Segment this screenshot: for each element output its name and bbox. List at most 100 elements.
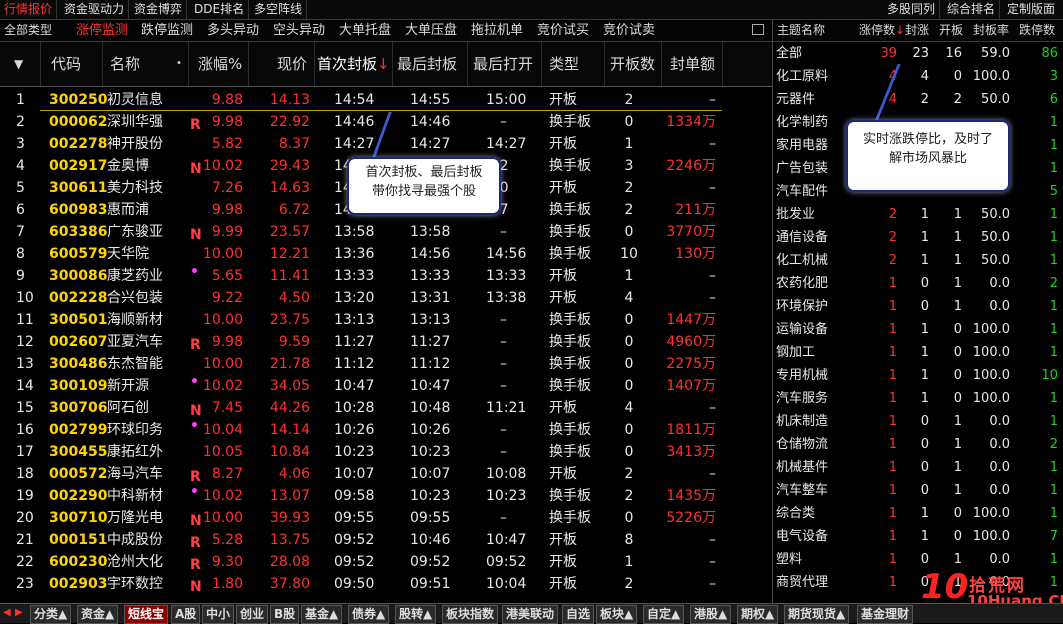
tab-limit-up-monitor[interactable]: 涨停监测 — [76, 21, 128, 40]
col-first-seal[interactable]: 首次封板↓ — [317, 42, 390, 86]
bottom-tab-fund[interactable]: 资金▲ — [77, 605, 119, 624]
theme-name[interactable]: 家用电器 — [776, 134, 828, 157]
tab-limit-down-monitor[interactable]: 跌停监测 — [141, 21, 193, 40]
stock-name[interactable]: 初灵信息 — [107, 89, 163, 111]
theme-row[interactable]: 电气设备 1 1 0 100.0 7 — [773, 525, 1063, 548]
table-row[interactable]: 1 300250 初灵信息 9.88 14.13 14:54 14:55 15:00 开板 2 – — [0, 89, 772, 111]
theme-row[interactable]: 钢加工 1 1 0 100.0 1 — [773, 341, 1063, 364]
theme-name[interactable]: 机床制造 — [776, 410, 828, 433]
column-menu-icon[interactable]: ▼ — [14, 42, 23, 86]
table-row[interactable]: 23 002903 宇环数控 N 1.80 37.80 09:50 09:51 10:04 开板 2… — [0, 573, 772, 595]
scroll-right-icon[interactable]: ▶ — [15, 607, 23, 618]
col-last-open[interactable]: 最后打开 — [473, 42, 533, 86]
theme-name[interactable]: 综合类 — [776, 502, 815, 525]
tab-auction-sell[interactable]: 竞价试卖 — [603, 21, 655, 40]
col-change-pct[interactable]: 涨幅% — [198, 42, 242, 86]
theme-name[interactable]: 仓储物流 — [776, 433, 828, 456]
tab-long-short[interactable]: 多空阵线 — [250, 0, 308, 19]
stock-code[interactable]: 002290 — [49, 485, 107, 507]
stock-code[interactable]: 002607 — [49, 331, 107, 353]
stock-code[interactable]: 600579 — [49, 243, 107, 265]
col-seal-amount[interactable]: 封单额 — [670, 42, 715, 86]
stock-name[interactable]: 阿石创 — [107, 397, 149, 419]
stock-name[interactable]: 宇环数控 — [107, 573, 163, 595]
table-row[interactable]: 8 600579 天华院 10.00 12.21 13:36 14:56 14:56 换手板 10… — [0, 243, 772, 265]
theme-name[interactable]: 钢加工 — [776, 341, 815, 364]
bottom-tab-watchlist[interactable]: 自选 — [562, 605, 595, 624]
stock-name[interactable]: 美力科技 — [107, 177, 163, 199]
stock-name[interactable]: 沧州大化 — [107, 551, 163, 573]
theme-row[interactable]: 专用机械 1 1 0 100.0 10 — [773, 364, 1063, 387]
theme-row[interactable]: 综合类 1 1 0 100.0 1 — [773, 502, 1063, 525]
tab-big-ask-pressure[interactable]: 大单压盘 — [405, 21, 457, 40]
theme-name[interactable]: 广告包装 — [776, 157, 828, 180]
theme-name[interactable]: 机械基件 — [776, 456, 828, 479]
theme-row[interactable]: 农药化肥 1 0 1 0.0 2 — [773, 272, 1063, 295]
stock-name[interactable]: 惠而浦 — [107, 199, 149, 221]
col-price[interactable]: 现价 — [277, 42, 307, 86]
col-type[interactable]: 类型 — [549, 42, 579, 86]
theme-row[interactable]: 机械基件 1 0 1 0.0 1 — [773, 456, 1063, 479]
col-open[interactable]: 开板 — [939, 21, 963, 40]
stock-name[interactable]: 新开源 — [107, 375, 149, 397]
theme-name[interactable]: 专用机械 — [776, 364, 828, 387]
table-row[interactable]: 13 300486 东杰智能 10.00 21.78 11:12 11:12 – 换手板 0 227… — [0, 353, 772, 375]
col-name[interactable]: 名称 — [110, 42, 140, 86]
col-code[interactable]: 代码 — [51, 42, 81, 86]
bottom-tab-gem[interactable]: 创业 — [236, 605, 269, 624]
bottom-tab-hk-stocks[interactable]: 港股▲ — [690, 605, 732, 624]
bottom-tab-category[interactable]: 分类▲ — [30, 605, 72, 624]
table-row[interactable]: 10 002228 合兴包装 9.22 4.50 13:20 13:31 13:38 开板 4 – — [0, 287, 772, 309]
stock-code[interactable]: 002228 — [49, 287, 107, 309]
col-open-count[interactable]: 开板数 — [610, 42, 655, 86]
bottom-tab-futures-spot[interactable]: 期货现货▲ — [784, 605, 850, 624]
theme-name[interactable]: 运输设备 — [776, 318, 828, 341]
bottom-tab-options[interactable]: 期权▲ — [737, 605, 779, 624]
stock-code[interactable]: 300710 — [49, 507, 107, 529]
stock-code[interactable]: 000572 — [49, 463, 107, 485]
stock-name[interactable]: 亚夏汽车 — [107, 331, 163, 353]
table-row[interactable]: 21 000151 中成股份 R 5.28 13.75 09:52 10:46 10:47 开板 8… — [0, 529, 772, 551]
theme-row[interactable]: 元器件 4 2 2 50.0 6 — [773, 88, 1063, 111]
table-row[interactable]: 7 603386 广东骏亚 N 9.99 23.57 13:58 13:58– 换手板 0 3770… — [0, 221, 772, 243]
panel-toggle-icon[interactable] — [752, 24, 764, 35]
stock-code[interactable]: 603386 — [49, 221, 107, 243]
stock-code[interactable]: 002799 — [49, 419, 107, 441]
table-row[interactable]: 9 300086 康芝药业 • 5.65 11.41 13:33 13:33 13:33 开板 1 – — [0, 264, 772, 287]
theme-name[interactable]: 通信设备 — [776, 226, 828, 249]
stock-name[interactable]: 中科新材 — [107, 485, 163, 507]
theme-name[interactable]: 元器件 — [776, 88, 815, 111]
theme-row[interactable]: 化工原料440100.03 — [773, 65, 1063, 88]
tab-fund-game[interactable]: 资金博弈 — [130, 0, 188, 19]
stock-code[interactable]: 002903 — [49, 573, 107, 595]
stock-name[interactable]: 合兴包装 — [107, 287, 163, 309]
stock-code[interactable]: 600230 — [49, 551, 107, 573]
stock-code[interactable]: 300706 — [49, 397, 107, 419]
stock-name[interactable]: 康拓红外 — [107, 441, 163, 463]
stock-name[interactable]: 深圳华强 — [107, 111, 163, 133]
table-row[interactable]: 19 002290 中科新材 • 10.02 13.07 09:58 10:23 10:23 换手… — [0, 484, 772, 507]
tab-tractor-orders[interactable]: 拖拉机单 — [471, 21, 523, 40]
theme-name[interactable]: 汽车整车 — [776, 479, 828, 502]
col-seal-up[interactable]: 封涨 — [905, 21, 929, 40]
tab-dde-rank[interactable]: DDE排名 — [190, 0, 250, 19]
stock-code[interactable]: 002278 — [49, 133, 107, 155]
table-row[interactable]: 17 300455 康拓红外 10.05 10.84 10:23 10:23 – 换手板 0 341… — [0, 441, 772, 463]
stock-code[interactable]: 600983 — [49, 199, 107, 221]
theme-row[interactable]: 化工机械 2 1 1 50.0 1 — [773, 249, 1063, 272]
bottom-tab-short-line[interactable]: 短线宝 — [124, 605, 169, 624]
theme-row[interactable]: 汽车服务 1 1 0 100.0 1 — [773, 387, 1063, 410]
theme-name[interactable]: 批发业 — [776, 203, 815, 226]
theme-name[interactable]: 化工机械 — [776, 249, 828, 272]
tab-custom-layout[interactable]: 定制版面 — [1003, 0, 1059, 19]
bottom-tab-hk-us-link[interactable]: 港美联动 — [502, 605, 559, 624]
col-seal-rate[interactable]: 封板率 — [973, 21, 1009, 40]
tab-big-bid-support[interactable]: 大单托盘 — [339, 21, 391, 40]
theme-row[interactable]: 塑料 1 0 1 0.0 1 — [773, 548, 1063, 571]
tab-overall-rank[interactable]: 综合排名 — [943, 0, 1001, 19]
theme-row[interactable]: 汽车整车 1 0 1 0.0 1 — [773, 479, 1063, 502]
scroll-left-icon[interactable]: ◀ — [3, 607, 11, 618]
stock-code[interactable]: 300086 — [49, 265, 107, 287]
theme-name[interactable]: 商贸代理 — [776, 571, 828, 594]
bottom-tab-custom[interactable]: 自定▲ — [643, 605, 685, 624]
